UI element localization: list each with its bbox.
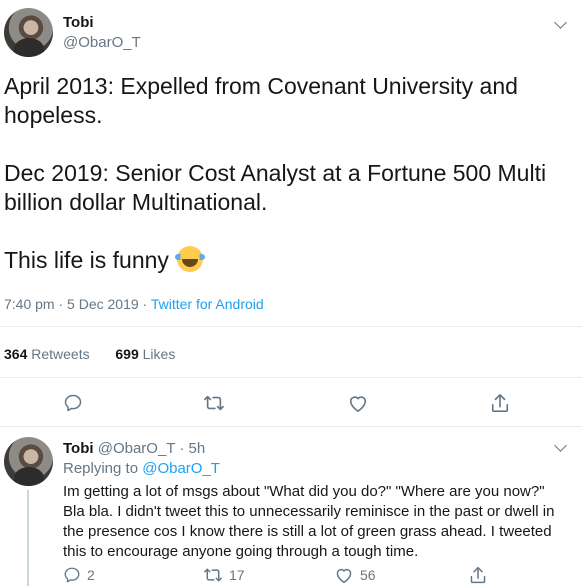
comment-icon xyxy=(64,394,82,412)
reply-age[interactable]: 5h xyxy=(189,440,206,457)
like-button[interactable] xyxy=(347,393,369,413)
retweets-stat[interactable]: 364 Retweets xyxy=(4,346,90,362)
tweet-stats: 364 Retweets 699 Likes xyxy=(4,346,175,362)
divider xyxy=(0,377,582,378)
share-icon xyxy=(470,566,486,584)
face-with-tears-of-joy-icon xyxy=(175,246,206,272)
tweet-source[interactable]: Twitter for Android xyxy=(151,296,264,312)
reply-share-button[interactable] xyxy=(469,565,487,585)
comment-icon xyxy=(64,567,80,583)
thread-line xyxy=(27,490,29,586)
reply-button[interactable] xyxy=(63,393,83,413)
share-icon xyxy=(491,394,509,412)
reply-header: Tobi @ObarO_T · 5h xyxy=(63,440,205,457)
like-count: 56 xyxy=(360,567,376,583)
tweet-date[interactable]: 5 Dec 2019 xyxy=(67,296,139,312)
replying-label: Replying to xyxy=(63,460,139,477)
tweet-time[interactable]: 7:40 pm xyxy=(4,296,55,312)
avatar[interactable] xyxy=(4,8,53,57)
retweet-button[interactable] xyxy=(203,393,225,413)
replying-mention[interactable]: @ObarO_T xyxy=(142,460,220,477)
heart-icon xyxy=(336,568,352,584)
heart-icon xyxy=(349,396,367,412)
tweet-body: April 2013: Expelled from Covenant Unive… xyxy=(4,73,547,273)
tweet-meta: 7:40 pm · 5 Dec 2019 · Twitter for Andro… xyxy=(4,296,264,312)
reply-count: 2 xyxy=(87,567,95,583)
reply-avatar[interactable] xyxy=(4,437,53,486)
chevron-down-icon[interactable] xyxy=(554,16,567,29)
retweet-icon xyxy=(204,395,224,411)
reply-text: Im getting a lot of msgs about "What did… xyxy=(63,483,555,560)
meta-separator: · xyxy=(142,296,148,312)
reply-like-button[interactable]: 56 xyxy=(334,566,376,584)
chevron-down-icon[interactable] xyxy=(554,439,567,452)
divider xyxy=(0,326,582,327)
author-name[interactable]: Tobi xyxy=(63,14,94,31)
likes-stat[interactable]: 699 Likes xyxy=(115,346,175,362)
replying-to: Replying to @ObarO_T xyxy=(63,460,220,477)
reply-reply-button[interactable]: 2 xyxy=(63,566,95,584)
divider xyxy=(0,426,582,427)
meta-separator: · xyxy=(58,296,64,312)
reply-author-name[interactable]: Tobi xyxy=(63,440,94,457)
retweet-icon xyxy=(204,568,222,582)
tweet-text: April 2013: Expelled from Covenant Unive… xyxy=(4,72,564,275)
meta-separator: · xyxy=(179,440,185,457)
reply-author-handle[interactable]: @ObarO_T xyxy=(98,440,175,457)
retweet-count: 17 xyxy=(229,567,245,583)
share-button[interactable] xyxy=(490,392,510,414)
author-handle[interactable]: @ObarO_T xyxy=(63,34,141,51)
reply-retweet-button[interactable]: 17 xyxy=(203,566,245,584)
